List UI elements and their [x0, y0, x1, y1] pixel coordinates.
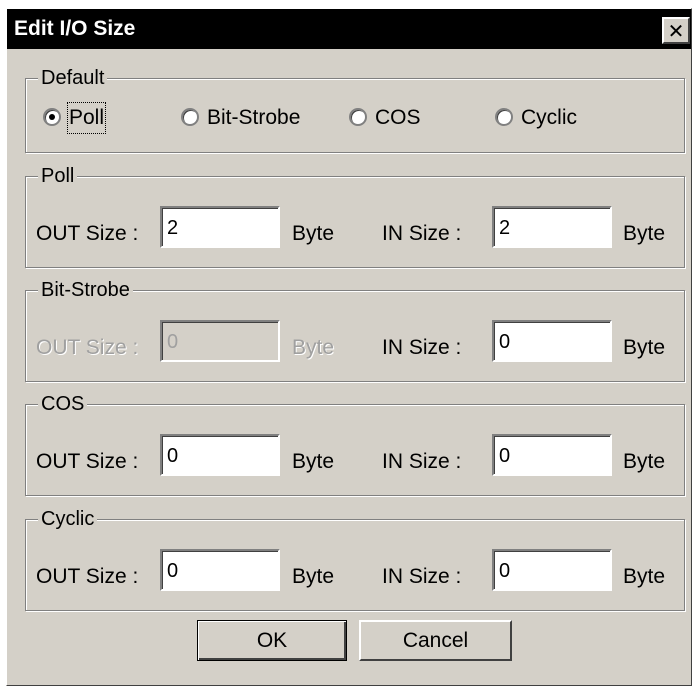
out-unit-label: Byte: [292, 565, 335, 588]
in-unit-label: Byte: [623, 222, 666, 245]
in-unit-label: Byte: [623, 336, 666, 359]
radio-poll-label: Poll: [66, 102, 107, 134]
close-icon: ✕: [667, 18, 685, 43]
out-unit-label: Byte: [292, 336, 335, 359]
default-group-legend: Default: [38, 66, 108, 90]
in-unit-label: Byte: [623, 450, 666, 473]
edit-io-size-dialog: Edit I/O Size ✕ Default Poll Bit-Strobe …: [6, 8, 692, 686]
ok-button[interactable]: OK: [197, 620, 347, 661]
radio-cyclic-label: Cyclic: [521, 106, 577, 129]
cyclic-in-size-input[interactable]: [492, 549, 612, 591]
group-legend: Poll: [38, 164, 78, 188]
radio-circle-icon: [181, 108, 199, 126]
out-unit-label: Byte: [292, 450, 335, 473]
radio-poll[interactable]: Poll: [43, 102, 133, 134]
group-legend: Cyclic: [38, 507, 98, 531]
bit-strobe-group: Bit-Strobe OUT Size : Byte IN Size : Byt…: [25, 278, 685, 382]
cos-in-size-input[interactable]: [492, 434, 612, 476]
radio-cos-label: COS: [375, 106, 421, 129]
out-size-label: OUT Size :: [36, 336, 139, 359]
default-group: Default Poll Bit-Strobe COS Cyclic: [25, 66, 685, 153]
in-size-label: IN Size :: [382, 565, 462, 588]
in-size-label: IN Size :: [382, 222, 462, 245]
poll-in-size-input[interactable]: [492, 206, 612, 248]
cos-group: COS OUT Size : Byte IN Size : Byte: [25, 392, 685, 496]
poll-out-size-input[interactable]: [160, 206, 280, 248]
radio-bit-strobe-label: Bit-Strobe: [207, 106, 301, 129]
out-unit-label: Byte: [292, 222, 335, 245]
cos-out-size-input[interactable]: [160, 434, 280, 476]
group-legend: Bit-Strobe: [38, 278, 133, 302]
in-size-label: IN Size :: [382, 336, 462, 359]
radio-cyclic[interactable]: Cyclic: [495, 104, 595, 132]
radio-bit-strobe[interactable]: Bit-Strobe: [181, 104, 331, 132]
radio-cos[interactable]: COS: [349, 104, 439, 132]
out-size-label: OUT Size :: [36, 222, 139, 245]
dialog-title: Edit I/O Size: [14, 17, 136, 40]
in-size-label: IN Size :: [382, 450, 462, 473]
cyclic-group: Cyclic OUT Size : Byte IN Size : Byte: [25, 507, 685, 611]
cyclic-out-size-input[interactable]: [160, 549, 280, 591]
bit-strobe-out-size-input: [160, 320, 280, 362]
radio-selected-dot-icon: [49, 114, 55, 120]
out-size-label: OUT Size :: [36, 565, 139, 588]
bit-strobe-in-size-input[interactable]: [492, 320, 612, 362]
radio-circle-icon: [349, 108, 367, 126]
close-button[interactable]: ✕: [662, 17, 690, 44]
title-bar: Edit I/O Size ✕: [7, 9, 691, 49]
out-size-label: OUT Size :: [36, 450, 139, 473]
in-unit-label: Byte: [623, 565, 666, 588]
radio-circle-icon: [495, 108, 513, 126]
cancel-button[interactable]: Cancel: [359, 620, 512, 661]
poll-group: Poll OUT Size : Byte IN Size : Byte: [25, 164, 685, 268]
group-legend: COS: [38, 392, 88, 416]
